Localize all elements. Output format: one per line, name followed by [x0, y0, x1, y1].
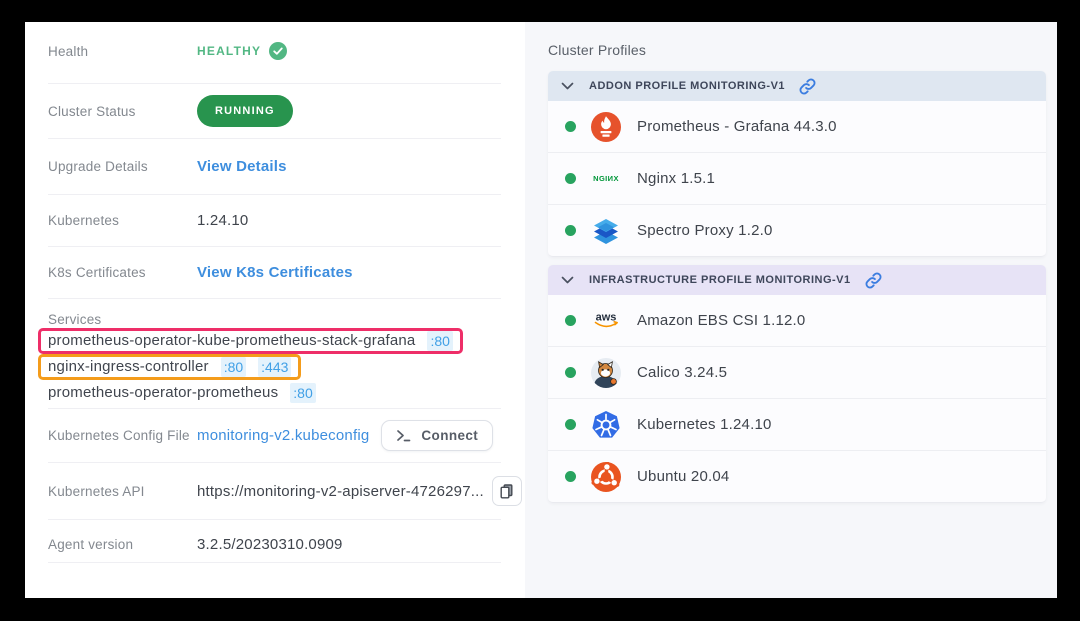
- pack-status-dot: [565, 419, 576, 430]
- config-file-label: Kubernetes Config File: [48, 428, 197, 443]
- detail-row-kubernetes: Kubernetes 1.24.10: [48, 195, 501, 247]
- service-name: prometheus-operator-kube-prometheus-stac…: [48, 331, 415, 351]
- kubernetes-api-label: Kubernetes API: [48, 484, 197, 499]
- kubernetes-version: 1.24.10: [197, 212, 248, 229]
- app-window: Health HEALTHY Cluster Status RUNNING: [0, 0, 1080, 621]
- healthy-check-icon: [269, 42, 287, 60]
- health-label: Health: [48, 44, 197, 59]
- agent-version-value: 3.2.5/20230310.0909: [197, 536, 343, 553]
- services-list: prometheus-operator-kube-prometheus-stac…: [48, 328, 501, 406]
- pack-status-dot: [565, 367, 576, 378]
- pack-status-dot: [565, 121, 576, 132]
- pack-label: Spectro Proxy 1.2.0: [637, 222, 773, 239]
- service-box: prometheus-operator-prometheus :80: [38, 380, 326, 406]
- service-entry: prometheus-operator-kube-prometheus-stac…: [48, 328, 501, 354]
- profile-group-title: ADDON PROFILE MONITORING-V1: [589, 80, 785, 92]
- cluster-profiles-title: Cluster Profiles: [548, 42, 1046, 58]
- service-entry: prometheus-operator-prometheus :80: [48, 380, 501, 406]
- profile-pack-row[interactable]: Calico 3.24.5: [548, 347, 1046, 399]
- profile-pack-row[interactable]: Prometheus - Grafana 44.3.0: [548, 101, 1046, 153]
- kubeconfig-link[interactable]: monitoring-v2.kubeconfig: [197, 427, 369, 444]
- service-port-link[interactable]: :80: [427, 331, 452, 351]
- prometheus-icon: [591, 112, 621, 142]
- svg-text:aws: aws: [596, 311, 617, 323]
- pack-status-dot: [565, 471, 576, 482]
- service-port-link[interactable]: :443: [258, 357, 291, 377]
- detail-row-k8s-certificates: K8s Certificates View K8s Certificates: [48, 247, 501, 299]
- calico-icon: [591, 358, 621, 388]
- profile-group-title: INFRASTRUCTURE PROFILE MONITORING-V1: [589, 274, 851, 286]
- detail-row-config-file: Kubernetes Config File monitoring-v2.kub…: [48, 409, 501, 463]
- service-entry: nginx-ingress-controller :80 :443: [48, 354, 501, 380]
- profile-pack-row[interactable]: Kubernetes 1.24.10: [548, 399, 1046, 451]
- pack-status-dot: [565, 173, 576, 184]
- detail-row-kubernetes-api: Kubernetes API https://monitoring-v2-api…: [48, 463, 501, 520]
- pack-label: Amazon EBS CSI 1.12.0: [637, 312, 805, 329]
- view-k8s-certificates-link[interactable]: View K8s Certificates: [197, 264, 353, 281]
- connect-button-label: Connect: [421, 428, 478, 443]
- cluster-overview-content: Health HEALTHY Cluster Status RUNNING: [25, 22, 1057, 598]
- cluster-status-badge: RUNNING: [197, 95, 293, 127]
- view-details-link[interactable]: View Details: [197, 158, 287, 175]
- pack-status-dot: [565, 225, 576, 236]
- pack-label: Prometheus - Grafana 44.3.0: [637, 118, 837, 135]
- kubernetes-label: Kubernetes: [48, 213, 197, 228]
- cluster-details-panel: Health HEALTHY Cluster Status RUNNING: [25, 22, 525, 598]
- profile-pack-row[interactable]: aws Amazon EBS CSI 1.12.0: [548, 295, 1046, 347]
- health-status-badge: HEALTHY: [197, 42, 287, 60]
- pack-label: Ubuntu 20.04: [637, 468, 729, 485]
- link-icon: [865, 272, 882, 289]
- profile-group: INFRASTRUCTURE PROFILE MONITORING-V1 aws A…: [548, 265, 1046, 503]
- spectro-proxy-icon: [591, 216, 621, 246]
- cluster-status-label: Cluster Status: [48, 104, 197, 119]
- pack-label: Kubernetes 1.24.10: [637, 416, 772, 433]
- services-label: Services: [48, 312, 501, 327]
- service-port-link[interactable]: :80: [221, 357, 246, 377]
- health-status-text: HEALTHY: [197, 44, 261, 58]
- service-highlight-box: nginx-ingress-controller :80 :443: [38, 354, 301, 380]
- profile-pack-row[interactable]: Ubuntu 20.04: [548, 451, 1046, 503]
- profile-pack-row[interactable]: Spectro Proxy 1.2.0: [548, 205, 1046, 257]
- kubernetes-icon: [591, 410, 621, 440]
- nginx-icon: NGIИX: [591, 164, 621, 194]
- chevron-down-icon: [561, 82, 574, 91]
- profile-groups: ADDON PROFILE MONITORING-V1 Prometheus - …: [548, 71, 1046, 503]
- ubuntu-icon: [591, 462, 621, 492]
- terminal-icon: [396, 428, 412, 443]
- pack-label: Nginx 1.5.1: [637, 170, 715, 187]
- connect-button[interactable]: Connect: [381, 420, 493, 451]
- service-highlight-box: prometheus-operator-kube-prometheus-stac…: [38, 328, 463, 354]
- aws-icon: aws: [591, 306, 621, 336]
- profile-group: ADDON PROFILE MONITORING-V1 Prometheus - …: [548, 71, 1046, 257]
- k8s-certificates-label: K8s Certificates: [48, 265, 197, 280]
- service-port-link[interactable]: :80: [290, 383, 315, 403]
- agent-version-label: Agent version: [48, 537, 197, 552]
- chevron-down-icon: [561, 276, 574, 285]
- service-name: prometheus-operator-prometheus: [48, 383, 278, 403]
- service-name: nginx-ingress-controller: [48, 357, 209, 377]
- copy-button[interactable]: [492, 476, 522, 506]
- link-icon: [799, 78, 816, 95]
- cluster-profiles-panel: Cluster Profiles ADDON PROFILE MONITORIN…: [525, 22, 1057, 598]
- detail-row-services: Services prometheus-operator-kube-promet…: [48, 299, 501, 409]
- detail-row-cluster-status: Cluster Status RUNNING: [48, 84, 501, 139]
- profile-group-header[interactable]: ADDON PROFILE MONITORING-V1: [548, 71, 1046, 101]
- profile-pack-row[interactable]: NGIИX Nginx 1.5.1: [548, 153, 1046, 205]
- copy-icon: [499, 483, 514, 499]
- pack-status-dot: [565, 315, 576, 326]
- pack-label: Calico 3.24.5: [637, 364, 727, 381]
- kubernetes-api-url: https://monitoring-v2-apiserver-4726297.…: [197, 483, 484, 500]
- profile-group-header[interactable]: INFRASTRUCTURE PROFILE MONITORING-V1: [548, 265, 1046, 295]
- detail-row-upgrade: Upgrade Details View Details: [48, 139, 501, 195]
- upgrade-label: Upgrade Details: [48, 159, 197, 174]
- detail-row-agent-version: Agent version 3.2.5/20230310.0909: [48, 520, 501, 563]
- detail-row-health: Health HEALTHY: [48, 22, 501, 84]
